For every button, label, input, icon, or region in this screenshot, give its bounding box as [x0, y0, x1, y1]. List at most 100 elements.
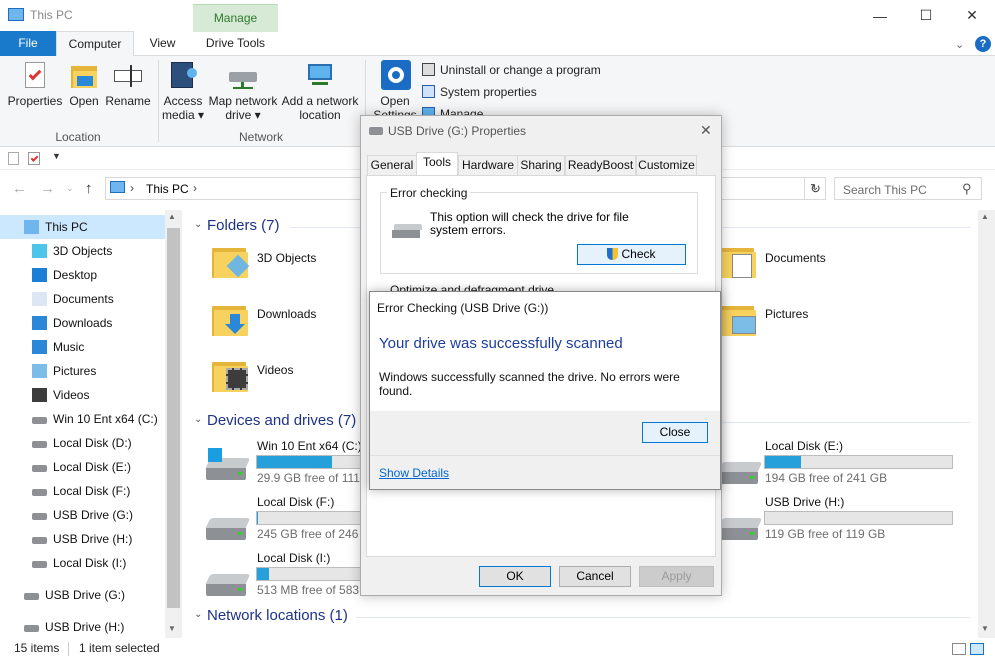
- folder-label[interactable]: Downloads: [257, 307, 316, 321]
- folder-icon[interactable]: [212, 358, 248, 392]
- close-button[interactable]: Close: [642, 422, 708, 443]
- tab-drive-tools[interactable]: Drive Tools: [193, 31, 278, 56]
- tab-tools[interactable]: Tools: [416, 152, 458, 176]
- folder-icon[interactable]: [720, 244, 756, 278]
- tab-customize[interactable]: Customize: [636, 155, 697, 175]
- sidebar-item[interactable]: Local Disk (E:): [0, 455, 165, 479]
- details-view-icon[interactable]: [952, 643, 966, 655]
- add-network-location-button[interactable]: Add a network location: [280, 60, 360, 122]
- folders-header[interactable]: Folders (7): [207, 217, 280, 234]
- folder-icon[interactable]: [212, 244, 250, 278]
- open-button[interactable]: Open: [64, 60, 104, 108]
- chevron-down-icon[interactable]: ⌄: [955, 38, 964, 51]
- drive-label[interactable]: Local Disk (E:): [765, 439, 843, 453]
- drive-label[interactable]: Local Disk (I:): [257, 551, 330, 565]
- help-icon[interactable]: ?: [975, 36, 991, 52]
- breadcrumb-chevron-icon[interactable]: ›: [193, 181, 197, 195]
- collapse-chevron-icon[interactable]: ⌄: [194, 414, 202, 425]
- windows-drive-icon[interactable]: [205, 448, 251, 480]
- scroll-up-icon[interactable]: ▲: [168, 212, 176, 221]
- check-button[interactable]: Check: [577, 244, 686, 265]
- recent-dropdown-icon[interactable]: ⌄: [66, 183, 74, 194]
- up-arrow-icon[interactable]: ↑: [85, 180, 93, 197]
- qat-checkmark-icon[interactable]: [28, 152, 40, 165]
- tab-view[interactable]: View: [140, 31, 185, 56]
- forward-arrow-icon[interactable]: →: [40, 180, 55, 197]
- tab-computer[interactable]: Computer: [56, 31, 134, 57]
- map-network-drive-button[interactable]: Map network drive ▾: [206, 60, 280, 122]
- scroll-down-icon[interactable]: ▼: [168, 624, 176, 633]
- sidebar-item[interactable]: Local Disk (F:): [0, 479, 165, 503]
- scroll-down-icon[interactable]: ▼: [981, 624, 989, 633]
- folder-label[interactable]: 3D Objects: [257, 251, 316, 265]
- sidebar-item[interactable]: USB Drive (H:): [0, 527, 165, 551]
- drive-label[interactable]: Local Disk (F:): [257, 495, 334, 509]
- search-input[interactable]: Search This PC: [834, 177, 982, 200]
- breadcrumb[interactable]: This PC: [146, 182, 189, 196]
- uninstall-icon: [422, 63, 435, 76]
- devices-header[interactable]: Devices and drives (7): [207, 412, 356, 429]
- tab-sharing[interactable]: Sharing: [517, 155, 565, 175]
- sidebar-item[interactable]: This PC: [0, 215, 165, 239]
- ok-button[interactable]: OK: [479, 566, 551, 587]
- sidebar-item[interactable]: USB Drive (H:): [0, 615, 165, 639]
- folder-icon[interactable]: [720, 302, 756, 336]
- sidebar-item[interactable]: Local Disk (D:): [0, 431, 165, 455]
- qat-dropdown-icon[interactable]: ▼: [52, 151, 61, 161]
- sidebar-item-label: Local Disk (E:): [53, 460, 132, 474]
- drive-label[interactable]: Win 10 Ent x64 (C:): [257, 439, 362, 453]
- sidebar-item-label: Desktop: [53, 268, 98, 282]
- show-details-link[interactable]: Show Details: [379, 466, 449, 480]
- back-arrow-icon[interactable]: ←: [12, 180, 27, 197]
- nav-scroll-thumb[interactable]: [167, 228, 180, 608]
- apply-button[interactable]: Apply: [639, 566, 714, 587]
- network-header[interactable]: Network locations (1): [207, 607, 348, 624]
- folder-label[interactable]: Pictures: [765, 307, 808, 321]
- refresh-icon[interactable]: ↻: [810, 181, 821, 197]
- sidebar-item-label: This PC: [45, 220, 88, 234]
- folder-icon[interactable]: [212, 302, 248, 336]
- sidebar-item[interactable]: Local Disk (I:): [0, 551, 165, 575]
- qat-properties-icon[interactable]: [8, 152, 19, 165]
- sidebar-item[interactable]: Documents: [0, 287, 165, 311]
- properties-icon: [19, 60, 51, 90]
- drive-label[interactable]: USB Drive (H:): [765, 495, 844, 509]
- tab-hardware[interactable]: Hardware: [458, 155, 518, 175]
- drive-icon[interactable]: [205, 518, 251, 540]
- access-media-button[interactable]: Access media ▾: [160, 60, 206, 122]
- folder-label[interactable]: Documents: [765, 251, 826, 265]
- uninstall-program-button[interactable]: Uninstall or change a program: [422, 63, 601, 77]
- sidebar-item[interactable]: USB Drive (G:): [0, 503, 165, 527]
- maximize-button[interactable]: ☐: [903, 0, 949, 31]
- tab-readyboost[interactable]: ReadyBoost: [565, 155, 636, 175]
- scroll-up-icon[interactable]: ▲: [981, 212, 989, 221]
- sidebar-item[interactable]: USB Drive (G:): [0, 583, 165, 607]
- close-icon[interactable]: ✕: [700, 122, 712, 139]
- tab-general[interactable]: General: [367, 155, 417, 175]
- drive-icon[interactable]: [205, 574, 251, 596]
- properties-button[interactable]: Properties: [4, 60, 66, 108]
- breadcrumb-chevron-icon[interactable]: ›: [130, 181, 134, 195]
- drive-icon[interactable]: [717, 518, 763, 540]
- system-properties-button[interactable]: System properties: [422, 85, 537, 99]
- drive-icon: [32, 465, 47, 472]
- close-window-button[interactable]: ✕: [949, 0, 995, 31]
- sidebar-item[interactable]: Pictures: [0, 359, 165, 383]
- collapse-chevron-icon[interactable]: ⌄: [194, 609, 202, 620]
- content-scrollbar[interactable]: [978, 210, 995, 638]
- sidebar-item[interactable]: Win 10 Ent x64 (C:): [0, 407, 165, 431]
- open-settings-button[interactable]: Open Settings: [372, 60, 418, 122]
- sidebar-item[interactable]: Desktop: [0, 263, 165, 287]
- cancel-button[interactable]: Cancel: [559, 566, 631, 587]
- rename-button[interactable]: Rename: [104, 60, 152, 108]
- sidebar-item[interactable]: Downloads: [0, 311, 165, 335]
- sidebar-item[interactable]: 3D Objects: [0, 239, 165, 263]
- collapse-chevron-icon[interactable]: ⌄: [194, 219, 202, 230]
- folder-label[interactable]: Videos: [257, 363, 293, 377]
- minimize-button[interactable]: —: [857, 0, 903, 31]
- drive-icon[interactable]: [717, 462, 763, 484]
- tab-file[interactable]: File: [0, 31, 56, 56]
- sidebar-item[interactable]: Music: [0, 335, 165, 359]
- sidebar-item[interactable]: Videos: [0, 383, 165, 407]
- large-icons-view-icon[interactable]: [970, 643, 984, 655]
